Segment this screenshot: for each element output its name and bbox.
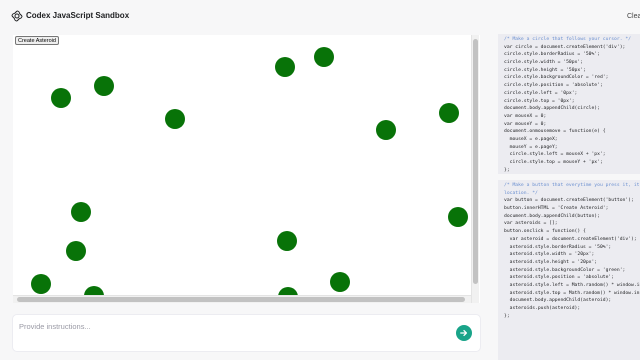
code-line: circle.style.left = mouseX + 'px';: [504, 152, 606, 158]
code-line: circle.style.position = 'absolute';: [504, 83, 603, 89]
code-line: circle.style.backgroundColor = 'red';: [504, 75, 609, 81]
code-line: };: [504, 167, 510, 173]
code-line: mouseX = e.pageX;: [504, 136, 558, 142]
sandbox-output-frame[interactable]: Create Asteroid: [13, 35, 480, 303]
code-line: var button = document.createElement('but…: [504, 198, 634, 204]
code-line: var asteroids = [];: [504, 221, 558, 227]
code-block: /* Make a circle that follows your curso…: [498, 34, 640, 174]
asteroid: [277, 231, 297, 251]
code-pane: /* Make a circle that follows your curso…: [498, 34, 640, 360]
code-line: asteroid.style.backgroundColor = 'green'…: [504, 267, 626, 273]
openai-logo-icon: [11, 10, 23, 22]
horizontal-scrollbar-thumb[interactable]: [17, 297, 465, 302]
code-line: asteroids.push(asteroid);: [504, 306, 581, 311]
asteroid: [376, 120, 396, 140]
instructions-input[interactable]: [19, 319, 439, 333]
code-line: };: [504, 313, 510, 319]
code-line: var mouseY = 0;: [504, 121, 547, 127]
app-header: Codex JavaScript Sandbox Clear: [0, 0, 640, 34]
code-line: circle.style.width = '50px';: [504, 60, 584, 66]
code-line: document.body.appendChild(circle);: [504, 106, 600, 112]
asteroid: [330, 272, 350, 292]
code-line: /* Make a circle that follows your curso…: [504, 37, 631, 42]
asteroid: [31, 274, 51, 294]
code-line: mouseY = e.pageY;: [504, 144, 558, 150]
asteroid: [439, 103, 459, 123]
horizontal-scrollbar[interactable]: [13, 295, 471, 303]
code-line: asteroid.style.borderRadius = '50%';: [504, 244, 612, 250]
app-title: Codex JavaScript Sandbox: [26, 11, 130, 20]
arrow-right-icon: [460, 329, 468, 337]
code-line: circle.style.borderRadius = '50%';: [504, 52, 600, 58]
asteroid: [448, 207, 468, 227]
asteroid: [51, 88, 71, 108]
code-line: circle.style.top = mouseY + 'px';: [504, 160, 603, 165]
code-line: asteroid.style.position = 'absolute';: [504, 275, 615, 281]
code-line: asteroid.style.left = Math.random() * wi…: [504, 282, 640, 288]
code-line: document.onmousemove = function(e) {: [504, 129, 606, 135]
send-button[interactable]: [456, 325, 472, 341]
code-line: var mouseX = 0;: [504, 113, 547, 119]
code-line: asteroid.style.height = '20px';: [504, 259, 598, 265]
code-line: asteroid.style.width = '20px';: [504, 252, 595, 258]
code-line: circle.style.left = '0px';: [504, 90, 578, 96]
asteroid: [94, 76, 114, 96]
code-line: button.onclick = function() {: [504, 229, 586, 235]
code-line: asteroid.style.top = Math.random() * win…: [504, 290, 640, 296]
code-line: button.innerHTML = 'Create Asteroid';: [504, 206, 609, 212]
code-line: var circle = document.createElement('div…: [504, 44, 626, 50]
clear-button[interactable]: Clear: [627, 12, 640, 22]
asteroid: [314, 47, 334, 67]
create-asteroid-button[interactable]: Create Asteroid: [15, 36, 59, 45]
code-line: document.body.appendChild(button);: [504, 213, 600, 219]
code-line: document.body.appendChild(asteroid);: [504, 298, 612, 304]
asteroid: [71, 202, 91, 222]
asteroid: [66, 241, 86, 261]
code-line: var asteroid = document.createElement('d…: [504, 236, 637, 242]
code-line: /* Make a button that everytime you pres…: [504, 183, 640, 188]
code-line: location. */: [504, 190, 538, 196]
vertical-scrollbar-thumb[interactable]: [473, 39, 478, 284]
vertical-scrollbar[interactable]: [471, 35, 479, 303]
code-line: circle.style.height = '50px';: [504, 67, 586, 73]
code-line: circle.style.top = '0px';: [504, 98, 575, 104]
asteroid: [165, 109, 185, 129]
asteroid: [275, 57, 295, 77]
prompt-box: [12, 314, 481, 352]
code-block: /* Make a button that everytime you pres…: [498, 180, 640, 360]
